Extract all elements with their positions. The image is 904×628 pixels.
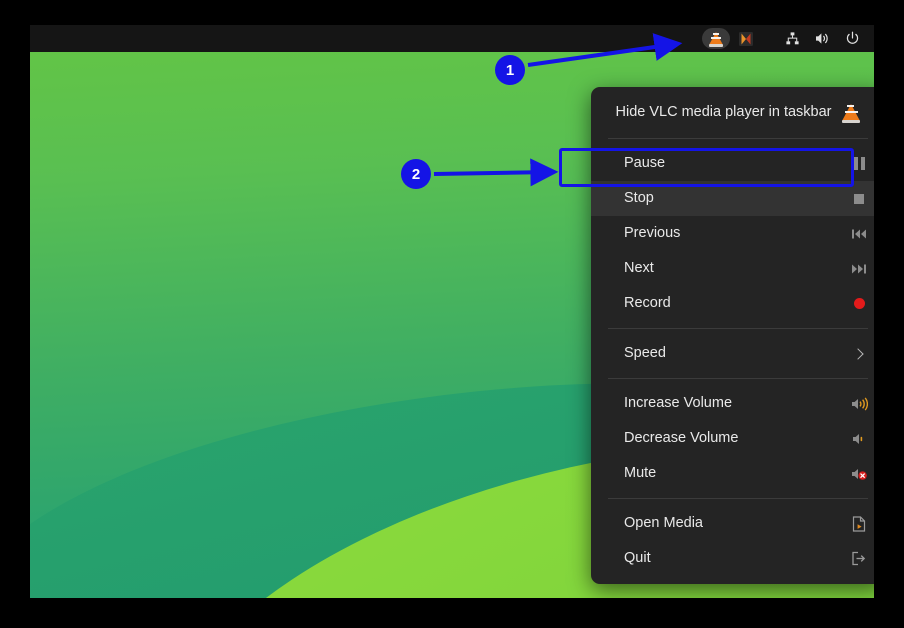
menu-item-label: Open Media	[624, 516, 703, 531]
top-panel	[30, 25, 874, 52]
menu-separator	[608, 378, 868, 379]
menu-separator	[608, 138, 868, 139]
menu-item-next[interactable]: Next	[591, 251, 874, 286]
menu-item-quit[interactable]: Quit	[591, 541, 874, 576]
quit-icon	[850, 550, 868, 568]
menu-item-label: Hide VLC media player in taskbar	[616, 105, 832, 120]
stop-icon	[850, 190, 868, 208]
chevron-right-icon	[850, 345, 868, 363]
power-glyph-icon	[845, 31, 860, 46]
menu-item-speed[interactable]: Speed	[591, 336, 874, 371]
menu-item-increase-volume[interactable]: Increase Volume	[591, 386, 874, 421]
menu-item-label: Mute	[624, 466, 656, 481]
kdeconnect-tray-icon[interactable]	[732, 28, 760, 49]
vlc-cone-icon	[709, 30, 724, 47]
menu-item-label: Next	[624, 261, 654, 276]
skip-previous-icon	[850, 225, 868, 243]
menu-item-previous[interactable]: Previous	[591, 216, 874, 251]
volume-glyph-icon	[814, 31, 830, 46]
menu-item-hide-vlc[interactable]: Hide VLC media player in taskbar	[591, 93, 874, 131]
menu-item-label: Record	[624, 296, 671, 311]
system-tray	[702, 28, 866, 49]
network-glyph-icon	[785, 31, 800, 46]
menu-item-pause[interactable]: Pause	[591, 146, 874, 181]
menu-item-open-media[interactable]: Open Media	[591, 506, 874, 541]
menu-item-label: Quit	[624, 551, 651, 566]
menu-item-label: Speed	[624, 346, 666, 361]
menu-separator	[608, 328, 868, 329]
record-icon	[850, 295, 868, 313]
desktop-screen: Hide VLC media player in taskbar Pause S…	[30, 25, 874, 598]
pause-icon	[850, 155, 868, 173]
menu-item-label: Pause	[624, 156, 665, 171]
menu-item-decrease-volume[interactable]: Decrease Volume	[591, 421, 874, 456]
volume-mute-icon	[850, 465, 868, 483]
volume-up-icon	[850, 395, 868, 413]
vlc-tray-context-menu: Hide VLC media player in taskbar Pause S…	[591, 87, 874, 584]
menu-item-label: Stop	[624, 191, 654, 206]
menu-item-label: Increase Volume	[624, 396, 732, 411]
menu-item-mute[interactable]: Mute	[591, 456, 874, 491]
skip-next-icon	[850, 260, 868, 278]
volume-down-icon	[850, 430, 868, 448]
kdeconnect-glyph-icon	[738, 31, 754, 47]
menu-item-label: Previous	[624, 226, 680, 241]
open-media-icon	[850, 515, 868, 533]
vlc-cone-icon	[842, 102, 861, 123]
network-tray-icon[interactable]	[778, 28, 806, 49]
menu-item-label: Decrease Volume	[624, 431, 738, 446]
vlc-tray-icon[interactable]	[702, 28, 730, 49]
volume-tray-icon[interactable]	[808, 28, 836, 49]
menu-item-record[interactable]: Record	[591, 286, 874, 321]
menu-separator	[608, 498, 868, 499]
menu-item-stop[interactable]: Stop	[591, 181, 874, 216]
power-tray-icon[interactable]	[838, 28, 866, 49]
